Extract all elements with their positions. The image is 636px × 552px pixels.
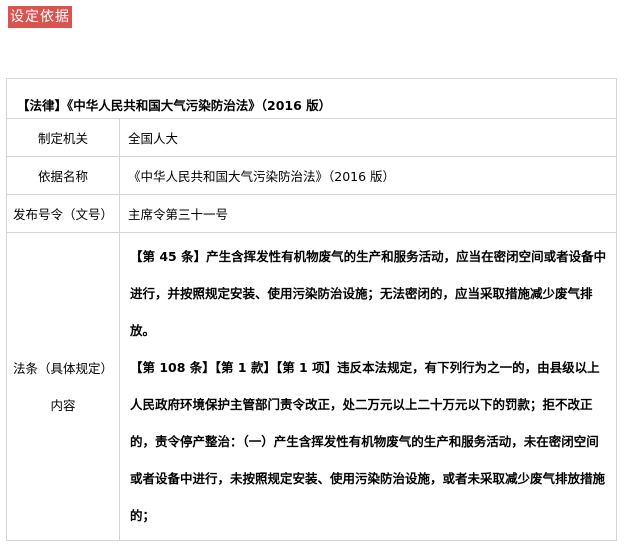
row-value-decree-number: 主席令第三十一号	[119, 194, 617, 233]
law-heading: 【法律】《中华人民共和国大气污染防治法》（2016 版）	[6, 91, 617, 119]
row-value-authority: 全国人大	[119, 118, 617, 157]
row-label-articles: 法条（具体规定） 内容	[6, 232, 120, 541]
table-heading-row: 【法律】《中华人民共和国大气污染防治法》（2016 版）	[6, 91, 617, 119]
row-value-basis-name: 《中华人民共和国大气污染防治法》（2016 版）	[119, 156, 617, 195]
article-108: 【第 108 条】【第 1 款】【第 1 项】违反本法规定，有下列行为之一的，由…	[130, 360, 606, 523]
articles-label-line1: 法条（具体规定）	[12, 360, 113, 376]
table-row: 制定机关 全国人大	[6, 118, 617, 157]
articles-label-line2: 内容	[50, 397, 76, 413]
row-value-articles: 【第 45 条】产生含挥发性有机物废气的生产和服务活动，应当在密闭空间或者设备中…	[119, 232, 617, 541]
table-row: 发布号令（文号） 主席令第三十一号	[6, 194, 617, 233]
table-row: 依据名称 《中华人民共和国大气污染防治法》（2016 版）	[6, 156, 617, 195]
row-label-authority: 制定机关	[6, 118, 120, 157]
row-label-decree-number: 发布号令（文号）	[6, 194, 120, 233]
table-top-spacer	[6, 78, 617, 91]
basis-table: 【法律】《中华人民共和国大气污染防治法》（2016 版） 制定机关 全国人大 依…	[6, 78, 617, 541]
row-label-basis-name: 依据名称	[6, 156, 120, 195]
table-row: 法条（具体规定） 内容 【第 45 条】产生含挥发性有机物废气的生产和服务活动，…	[6, 232, 617, 541]
article-45: 【第 45 条】产生含挥发性有机物废气的生产和服务活动，应当在密闭空间或者设备中…	[130, 249, 607, 338]
section-tag: 设定依据	[8, 6, 72, 28]
